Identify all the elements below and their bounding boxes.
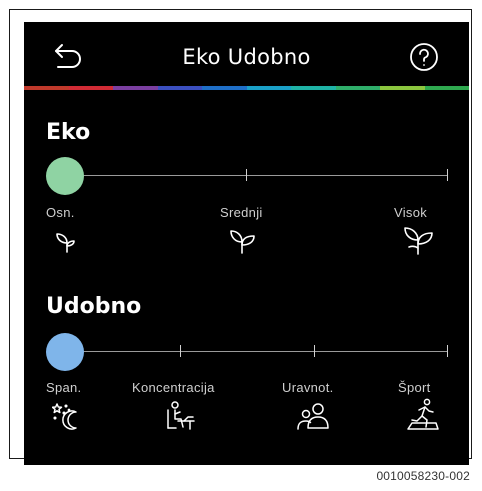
udobno-section-title: Udobno	[46, 294, 142, 319]
sprout-small-icon	[52, 227, 80, 255]
udobno-slider-thumb[interactable]	[46, 333, 84, 371]
header: Eko Udobno	[24, 22, 469, 92]
person-at-desk-icon	[164, 400, 196, 432]
color-strip-segment	[157, 86, 202, 90]
eko-level-label-srednji: Srednji	[220, 205, 263, 220]
figure-reference-code: 0010058230-002	[376, 469, 470, 483]
color-strip-segment	[24, 86, 69, 90]
eko-section-title: Eko	[46, 120, 91, 145]
udobno-level-label-sport: Šport	[398, 380, 431, 395]
udobno-slider-tick	[180, 345, 181, 357]
udobno-slider-track	[58, 351, 448, 352]
udobno-level-label-span: Span.	[46, 380, 82, 395]
moon-stars-icon	[51, 400, 84, 432]
sprout-medium-icon	[229, 227, 257, 255]
udobno-slider-tick	[447, 345, 448, 357]
eko-slider-track	[58, 175, 448, 176]
sprout-large-icon	[404, 226, 434, 256]
color-strip-segment	[202, 86, 247, 90]
eko-slider-thumb[interactable]	[46, 157, 84, 195]
color-strip-segment	[113, 86, 158, 90]
color-strip	[24, 86, 469, 90]
eko-slider-tick	[246, 169, 247, 181]
eko-slider-tick	[447, 169, 448, 181]
udobno-slider-tick	[314, 345, 315, 357]
two-persons-icon	[296, 400, 330, 432]
udobno-level-label-koncentracija: Koncentracija	[132, 380, 215, 395]
color-strip-segment	[380, 86, 425, 90]
help-circle-icon	[410, 43, 438, 71]
color-strip-segment	[335, 86, 380, 90]
eko-level-label-visok: Visok	[394, 205, 428, 220]
udobno-level-label-uravnot: Uravnot.	[282, 380, 334, 395]
eko-level-label-osn: Osn.	[46, 205, 75, 220]
person-running-icon	[406, 398, 440, 432]
eko-slider[interactable]	[46, 156, 448, 196]
page-title: Eko Udobno	[182, 45, 311, 69]
color-strip-segment	[291, 86, 336, 90]
device-screen: Eko Udobno Eko Osn. Srednji Visok Udobno…	[24, 22, 469, 465]
color-strip-segment	[424, 86, 469, 90]
udobno-slider[interactable]	[46, 332, 448, 372]
color-strip-segment	[246, 86, 291, 90]
color-strip-segment	[68, 86, 113, 90]
help-button[interactable]	[409, 42, 439, 72]
